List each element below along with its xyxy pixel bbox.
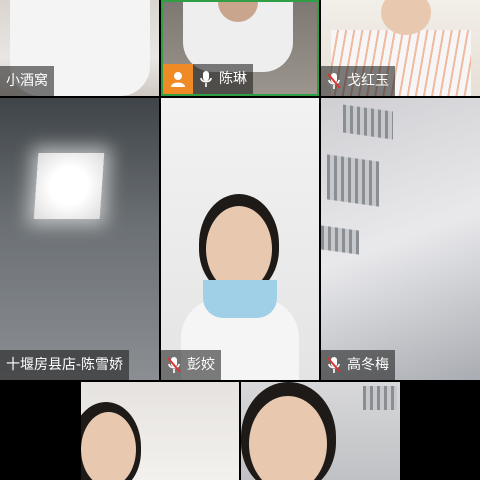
ceiling-vent bbox=[321, 225, 359, 255]
host-badge bbox=[163, 64, 193, 94]
video-tile-7[interactable] bbox=[81, 382, 239, 480]
video-tile-1[interactable]: 小酒窝 bbox=[0, 0, 159, 96]
participant-face bbox=[81, 412, 136, 480]
participant-name: 陈琳 bbox=[219, 71, 247, 87]
participant-name: 十堰房县店-陈雪娇 bbox=[6, 357, 124, 373]
ceiling-vent bbox=[363, 386, 397, 410]
participant-label: 十堰房县店-陈雪娇 bbox=[0, 350, 130, 380]
microphone-icon bbox=[200, 71, 212, 87]
video-tile-2-active-speaker[interactable]: 陈琳 bbox=[161, 0, 319, 96]
person-icon bbox=[171, 72, 185, 87]
participant-label: 彭姣 bbox=[161, 350, 221, 380]
participant-label: 戈红玉 bbox=[321, 66, 395, 96]
video-tile-5[interactable]: 彭姣 bbox=[161, 98, 319, 380]
video-tile-6[interactable]: 高冬梅 bbox=[321, 98, 480, 380]
video-tile-4[interactable]: 十堰房县店-陈雪娇 bbox=[0, 98, 159, 380]
participant-label: 高冬梅 bbox=[321, 350, 395, 380]
face-mask bbox=[203, 280, 277, 318]
microphone-muted-icon bbox=[167, 357, 181, 373]
ceiling-vent bbox=[327, 154, 379, 207]
ceiling-light bbox=[33, 153, 105, 219]
participant-label: 小酒窝 bbox=[0, 66, 54, 96]
participant-name: 彭姣 bbox=[187, 357, 215, 373]
microphone-muted-icon bbox=[327, 357, 341, 373]
ceiling-vent bbox=[343, 104, 393, 140]
participant-name: 戈红玉 bbox=[347, 73, 389, 89]
participant-name: 高冬梅 bbox=[347, 357, 389, 373]
video-tile-8[interactable] bbox=[241, 382, 400, 480]
video-tile-3[interactable]: 戈红玉 bbox=[321, 0, 480, 96]
participant-label: 陈琳 bbox=[193, 64, 253, 94]
microphone-muted-icon bbox=[327, 73, 341, 89]
participant-name: 小酒窝 bbox=[6, 73, 48, 89]
